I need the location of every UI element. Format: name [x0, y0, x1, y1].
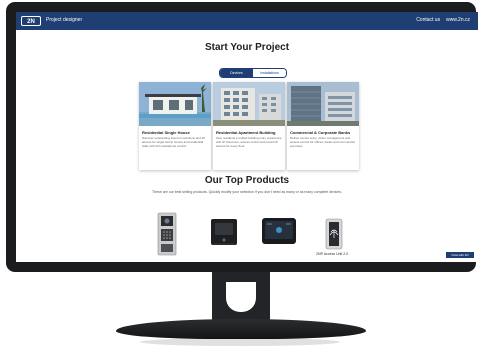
project-card-commercial[interactable]: Commercial & Corporate Banks Deliver sec… [287, 82, 359, 170]
top-products-subtitle: These are our best selling products. Qui… [152, 190, 342, 194]
card-description: Deliver secure entry, visitor management… [290, 136, 355, 148]
toggle-devices[interactable]: Devices [220, 69, 253, 77]
product-indoor-touch[interactable] [261, 217, 297, 245]
product-ip-verso[interactable] [157, 212, 177, 256]
card-title: Commercial & Corporate Banks [290, 130, 351, 135]
product-label: 2N® Access Unit 2.0 [316, 252, 349, 256]
stand-cable-hole [226, 282, 256, 312]
apartment-image [213, 82, 285, 126]
project-card-apartment[interactable]: Residential Apartment Building Give resi… [213, 82, 285, 170]
product-ip-style[interactable] [210, 218, 238, 246]
monitor-screen: 2N Project designer Contact us www.2n.cz… [16, 12, 478, 262]
header-links: Contact us www.2n.cz [416, 17, 470, 23]
toggle-installations[interactable]: Installations [253, 69, 286, 77]
house-image [139, 82, 211, 126]
contact-link[interactable]: Contact us [416, 17, 440, 23]
commercial-image [287, 82, 359, 126]
product-access-unit[interactable] [324, 218, 344, 250]
top-products-title: Our Top Products [204, 175, 290, 186]
card-title: Residential Apartment Building [216, 130, 276, 135]
brand-logo[interactable]: 2N [21, 16, 41, 26]
chat-button[interactable]: Chat with 2N [446, 252, 474, 258]
app-header: 2N Project designer Contact us www.2n.cz [16, 12, 478, 30]
card-title: Residential Single House [142, 130, 190, 135]
project-card-single-house[interactable]: Residential Single House Discover outsta… [139, 82, 211, 170]
start-project-title: Start Your Project [204, 42, 290, 53]
monitor-bezel: 2N Project designer Contact us www.2n.cz… [6, 2, 478, 272]
card-description: Give residents a unified building entry … [216, 136, 282, 148]
project-type-toggle: Devices Installations [219, 68, 287, 78]
website-link[interactable]: www.2n.cz [446, 17, 470, 23]
card-description: Discover outstanding intercom solutions … [142, 136, 205, 148]
app-title: Project designer [46, 17, 83, 23]
monitor-shadow [140, 338, 340, 346]
monitor-base [116, 319, 366, 339]
